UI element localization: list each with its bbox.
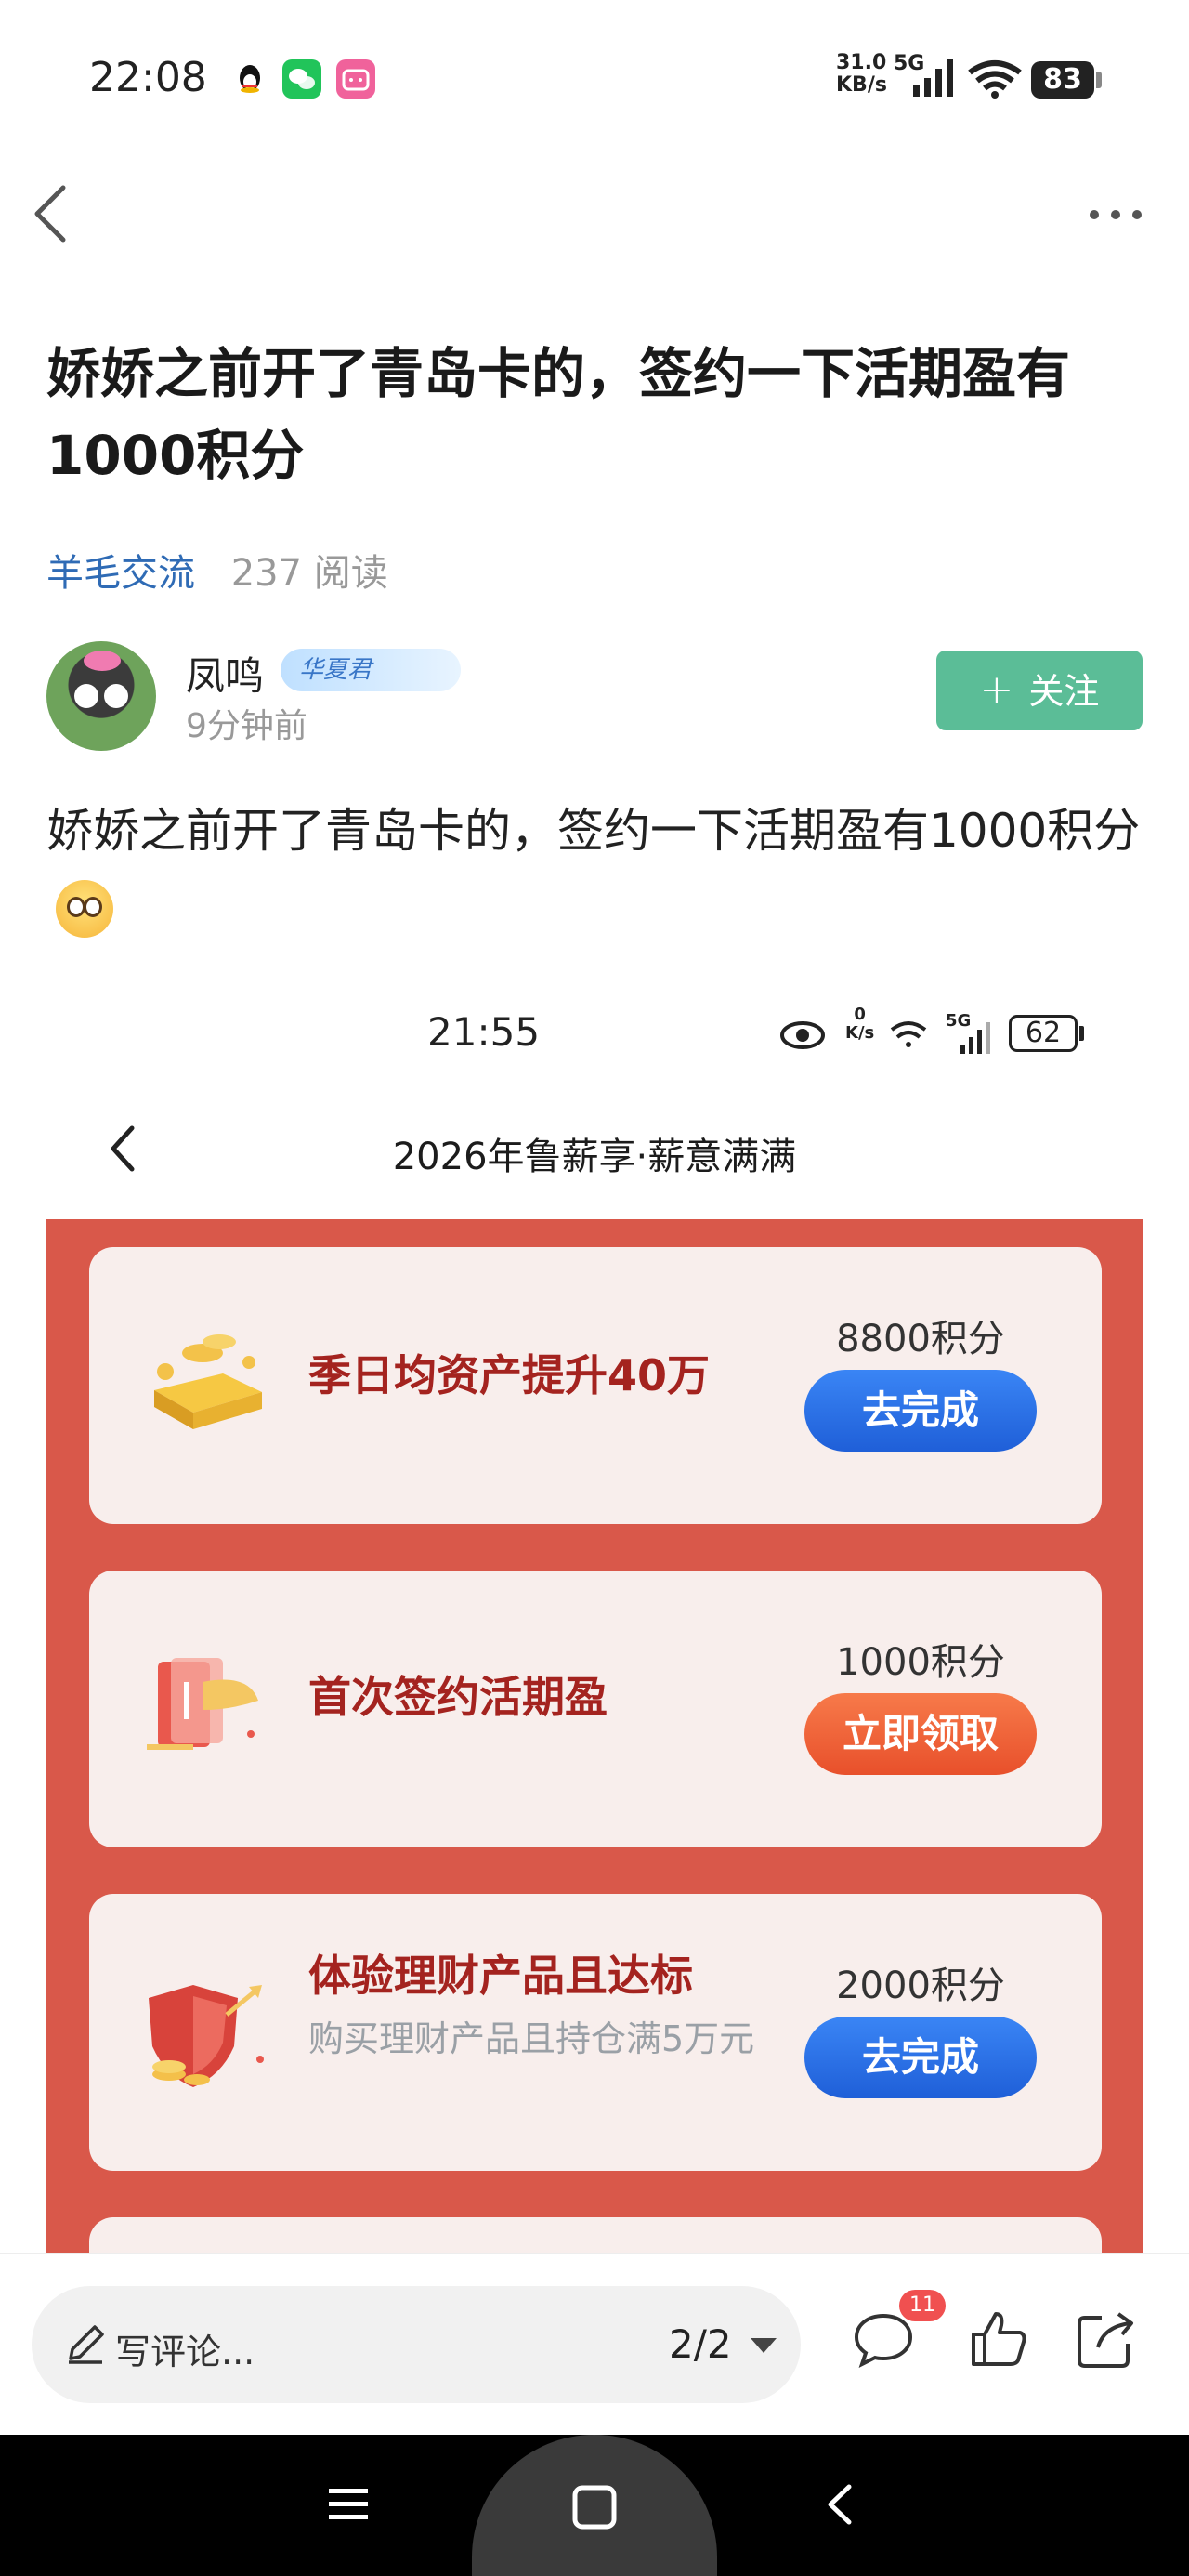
share-icon[interactable] bbox=[1074, 2307, 1139, 2372]
complete-task-button[interactable]: 去完成 bbox=[804, 2017, 1037, 2098]
contract-icon bbox=[147, 1658, 258, 1750]
claim-reward-button[interactable]: 立即领取 bbox=[804, 1693, 1037, 1775]
home-icon[interactable] bbox=[570, 2483, 619, 2531]
category-tag[interactable]: 羊毛交流 bbox=[46, 552, 195, 595]
image-net-speed-value: 0 bbox=[854, 1005, 866, 1024]
net-speed: 31.0 KB/s bbox=[836, 52, 887, 97]
task-title: 首次签约活期盈 bbox=[308, 1672, 608, 1722]
post-body-text: 娇娇之前开了青岛卡的，签约一下活期盈有1000积分 bbox=[46, 804, 1141, 858]
comment-count-badge: 11 bbox=[899, 2290, 946, 2321]
image-net-speed: 0 K/s bbox=[845, 1005, 874, 1043]
task-points: 1000积分 bbox=[836, 1641, 1005, 1684]
system-back-icon[interactable] bbox=[817, 2481, 864, 2528]
battery-level: 83 bbox=[1031, 61, 1094, 99]
wifi-icon bbox=[968, 60, 1022, 99]
comment-input[interactable]: 写评论... 2/2 bbox=[32, 2286, 801, 2403]
image-page-title: 2026年鲁薪享·薪意满满 bbox=[392, 1136, 797, 1178]
signal-icon bbox=[913, 59, 953, 97]
menu-icon[interactable] bbox=[325, 2481, 372, 2528]
author-row: 凤鸣 华夏君 9分钟前 + 关注 bbox=[46, 641, 1143, 753]
top-nav bbox=[0, 158, 1189, 269]
post-image[interactable]: 21:55 0 K/s 5G 62 2026年鲁薪享·薪意满满 季日均资产提升4… bbox=[46, 985, 1143, 2258]
shocked-emoji-icon bbox=[56, 880, 113, 938]
qq-icon bbox=[230, 59, 269, 99]
back-button[interactable] bbox=[22, 180, 87, 245]
post-meta: 羊毛交流 237 阅读 bbox=[46, 543, 388, 597]
image-status-time: 21:55 bbox=[427, 1009, 541, 1055]
task-card: 首次签约活期盈 1000积分 立即领取 bbox=[89, 1571, 1102, 1847]
image-battery-tip bbox=[1079, 1026, 1084, 1041]
author-badge: 华夏君 bbox=[281, 649, 461, 691]
pencil-icon bbox=[69, 2325, 104, 2364]
post-title: 娇娇之前开了青岛卡的，签约一下活期盈有1000积分 bbox=[46, 342, 1071, 487]
system-nav-bar bbox=[0, 2435, 1189, 2576]
bilibili-icon bbox=[336, 59, 375, 99]
avatar[interactable] bbox=[46, 641, 156, 751]
task-subtitle: 购买理财产品且持仓满5万元 bbox=[308, 2018, 755, 2059]
task-card: 季日均资产提升40万 8800积分 去完成 bbox=[89, 1247, 1102, 1524]
chevron-down-icon[interactable] bbox=[751, 2338, 777, 2353]
task-points: 8800积分 bbox=[836, 1318, 1005, 1360]
post-time: 9分钟前 bbox=[186, 707, 307, 745]
more-options-icon[interactable] bbox=[1083, 182, 1148, 247]
task-points: 2000积分 bbox=[836, 1965, 1005, 2007]
comment-bar: 写评论... 2/2 11 bbox=[0, 2253, 1189, 2435]
task-title: 季日均资产提升40万 bbox=[308, 1350, 711, 1400]
task-card: 体验理财产品且达标 购买理财产品且持仓满5万元 2000积分 去完成 bbox=[89, 1894, 1102, 2171]
net-speed-unit: KB/s bbox=[836, 73, 887, 97]
battery-tip bbox=[1096, 72, 1102, 88]
avatar-eye-right bbox=[104, 684, 128, 708]
status-time: 22:08 bbox=[89, 54, 207, 101]
post-body: 娇娇之前开了青岛卡的，签约一下活期盈有1000积分 bbox=[46, 790, 1152, 953]
status-bar: 22:08 31.0 KB/s 5G 83 bbox=[0, 0, 1189, 158]
image-network-type: 5G bbox=[946, 1011, 972, 1031]
task-panel: 季日均资产提升40万 8800积分 去完成 首次签约活期盈 1000积分 立即领… bbox=[46, 1219, 1143, 2258]
follow-label: 关注 bbox=[1028, 671, 1100, 712]
comment-placeholder: 写评论... bbox=[115, 2332, 255, 2372]
image-net-speed-unit: K/s bbox=[845, 1023, 875, 1043]
avatar-bow bbox=[84, 651, 121, 671]
follow-button[interactable]: + 关注 bbox=[936, 651, 1143, 730]
plus-icon: + bbox=[979, 666, 1014, 714]
shield-coins-icon bbox=[149, 1985, 264, 2087]
read-count: 237 阅读 bbox=[230, 552, 388, 595]
image-battery-level: 62 bbox=[1009, 1015, 1078, 1052]
wechat-icon bbox=[282, 59, 321, 99]
complete-task-button[interactable]: 去完成 bbox=[804, 1370, 1037, 1452]
page-indicator[interactable]: 2/2 bbox=[669, 2321, 732, 2367]
net-speed-value: 31.0 bbox=[836, 51, 887, 74]
task-title: 体验理财产品且达标 bbox=[308, 1951, 693, 2001]
like-icon[interactable] bbox=[966, 2307, 1031, 2372]
avatar-eye-left bbox=[74, 684, 98, 708]
author-name[interactable]: 凤鸣 bbox=[186, 645, 264, 702]
gold-bars-icon bbox=[154, 1334, 262, 1429]
